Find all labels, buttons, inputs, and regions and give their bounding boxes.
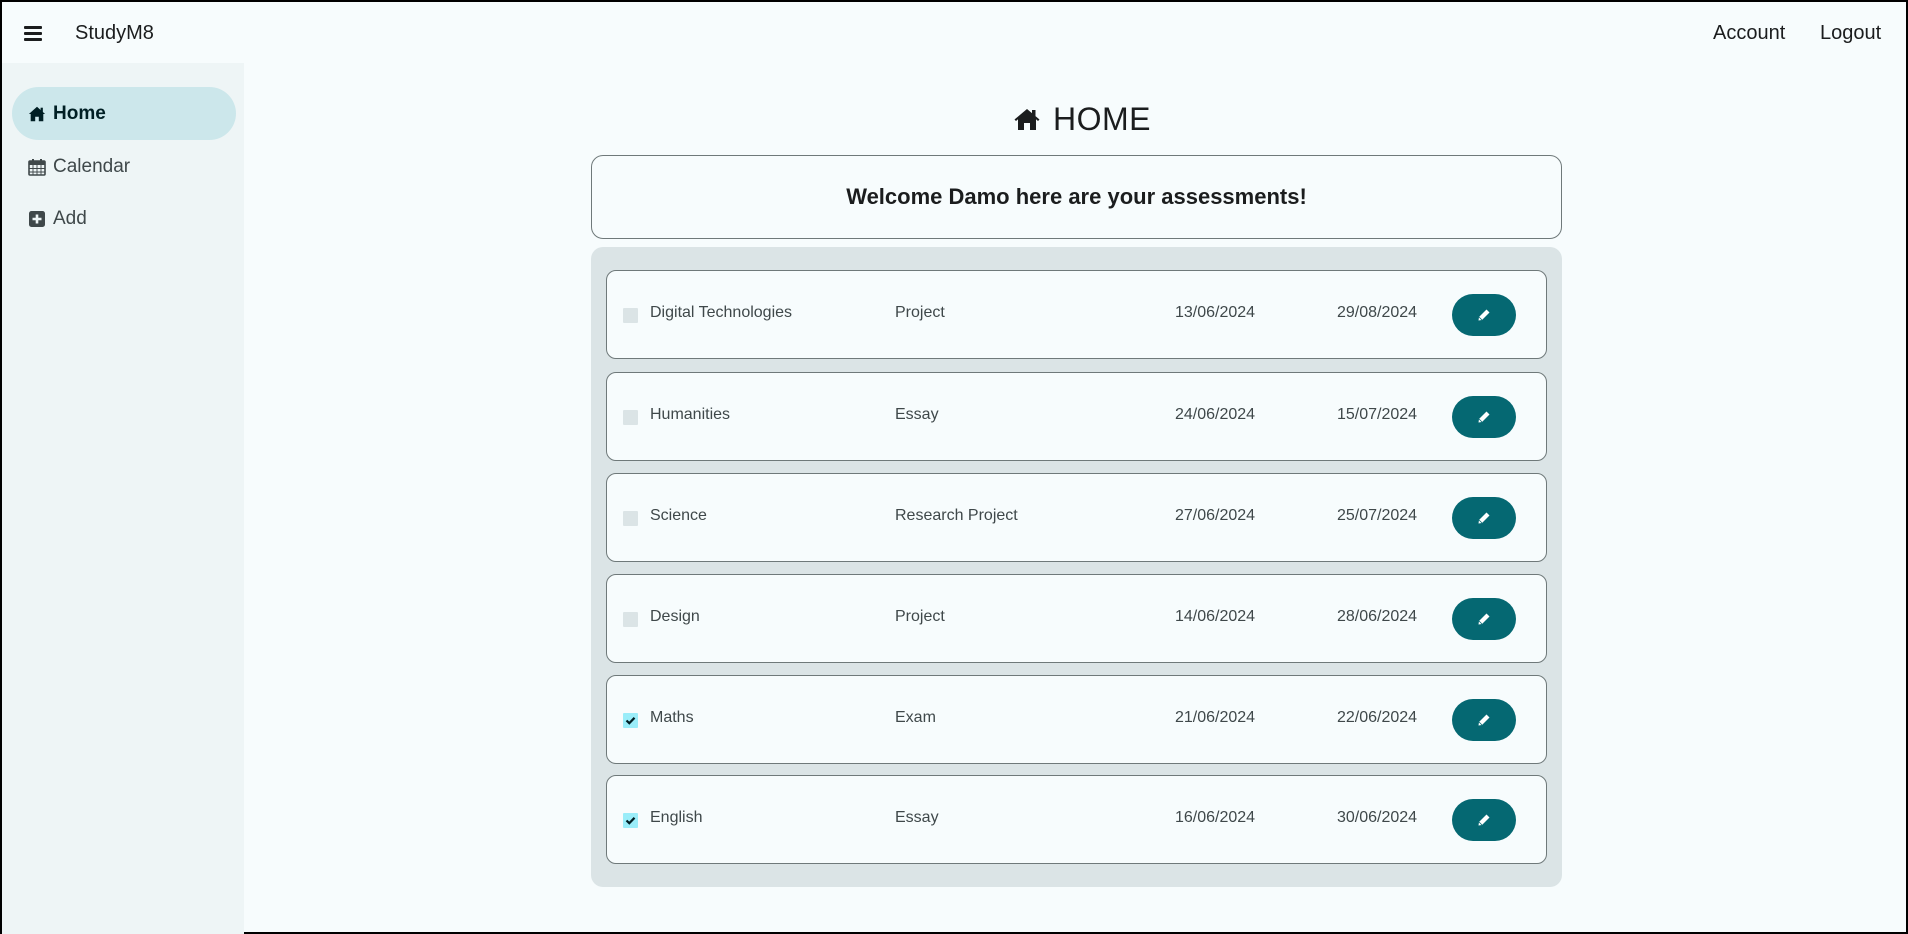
pencil-icon [1478, 512, 1490, 524]
assessment-due-date: 15/07/2024 [1337, 406, 1418, 423]
sidebar: Home Calendar Add [2, 63, 244, 934]
calendar-icon [28, 158, 46, 176]
plus-square-icon [29, 210, 45, 227]
sidebar-item-label: Calendar [53, 155, 131, 177]
assessment-subject: Design [650, 608, 700, 625]
logout-link[interactable]: Logout [1820, 22, 1881, 45]
sidebar-item-add[interactable]: Add [12, 192, 236, 245]
pencil-icon [1478, 309, 1490, 321]
completed-checkbox[interactable] [623, 813, 638, 828]
assessment-start-date: 13/06/2024 [1175, 304, 1256, 321]
welcome-banner: Welcome Damo here are your assessments! [591, 155, 1562, 239]
edit-assessment-button[interactable] [1452, 396, 1516, 438]
assessment-type: Project [895, 304, 945, 321]
assessment-due-date: 28/06/2024 [1337, 608, 1418, 625]
edit-assessment-button[interactable] [1452, 799, 1516, 841]
assessment-subject: Humanities [650, 406, 731, 423]
edit-assessment-button[interactable] [1452, 598, 1516, 640]
assessment-row: Design Project 14/06/2024 28/06/2024 [606, 574, 1547, 663]
checkmark-icon [625, 817, 636, 825]
assessment-due-date: 22/06/2024 [1337, 709, 1418, 726]
assessment-type: Essay [895, 809, 939, 826]
assessment-start-date: 14/06/2024 [1175, 608, 1256, 625]
assessment-start-date: 16/06/2024 [1175, 809, 1256, 826]
top-app-bar: StudyM8 Account Logout [2, 2, 1906, 63]
page-title: HOME [1013, 100, 1151, 138]
account-link[interactable]: Account [1713, 22, 1785, 45]
edit-assessment-button[interactable] [1452, 699, 1516, 741]
assessment-due-date: 29/08/2024 [1337, 304, 1418, 321]
sidebar-item-calendar[interactable]: Calendar [12, 140, 236, 193]
sidebar-item-home[interactable]: Home [12, 87, 236, 140]
hamburger-menu-icon[interactable] [24, 24, 44, 42]
completed-checkbox[interactable] [623, 612, 638, 627]
completed-checkbox[interactable] [623, 410, 638, 425]
assessment-type: Research Project [895, 507, 1018, 524]
home-icon [1014, 109, 1040, 130]
edit-assessment-button[interactable] [1452, 497, 1516, 539]
completed-checkbox[interactable] [623, 511, 638, 526]
assessment-row: English Essay 16/06/2024 30/06/2024 [606, 775, 1547, 864]
completed-checkbox[interactable] [623, 308, 638, 323]
pencil-icon [1478, 613, 1490, 625]
pencil-icon [1478, 714, 1490, 726]
assessment-due-date: 25/07/2024 [1337, 507, 1418, 524]
assessment-subject: Science [650, 507, 707, 524]
assessment-start-date: 27/06/2024 [1175, 507, 1256, 524]
assessment-type: Essay [895, 406, 939, 423]
app-brand[interactable]: StudyM8 [75, 22, 154, 45]
edit-assessment-button[interactable] [1452, 294, 1516, 336]
assessment-start-date: 24/06/2024 [1175, 406, 1256, 423]
app-window: StudyM8 Account Logout Home Calendar Add… [0, 0, 1908, 934]
assessment-type: Project [895, 608, 945, 625]
assessment-start-date: 21/06/2024 [1175, 709, 1256, 726]
assessment-subject: Maths [650, 709, 694, 726]
assessment-subject: Digital Technologies [650, 304, 793, 321]
sidebar-item-label: Add [53, 207, 87, 229]
assessment-list: Digital Technologies Project 13/06/2024 … [591, 247, 1562, 887]
pencil-icon [1478, 814, 1490, 826]
assessment-type: Exam [895, 709, 936, 726]
assessment-subject: English [650, 809, 703, 826]
home-icon [28, 106, 46, 121]
assessment-due-date: 30/06/2024 [1337, 809, 1418, 826]
pencil-icon [1478, 411, 1490, 423]
page-title-text: HOME [1053, 100, 1151, 137]
sidebar-item-label: Home [53, 102, 106, 124]
completed-checkbox[interactable] [623, 713, 638, 728]
assessment-row: Maths Exam 21/06/2024 22/06/2024 [606, 675, 1547, 764]
assessment-row: Digital Technologies Project 13/06/2024 … [606, 270, 1547, 359]
assessment-row: Humanities Essay 24/06/2024 15/07/2024 [606, 372, 1547, 461]
assessment-row: Science Research Project 27/06/2024 25/0… [606, 473, 1547, 562]
checkmark-icon [625, 717, 636, 725]
